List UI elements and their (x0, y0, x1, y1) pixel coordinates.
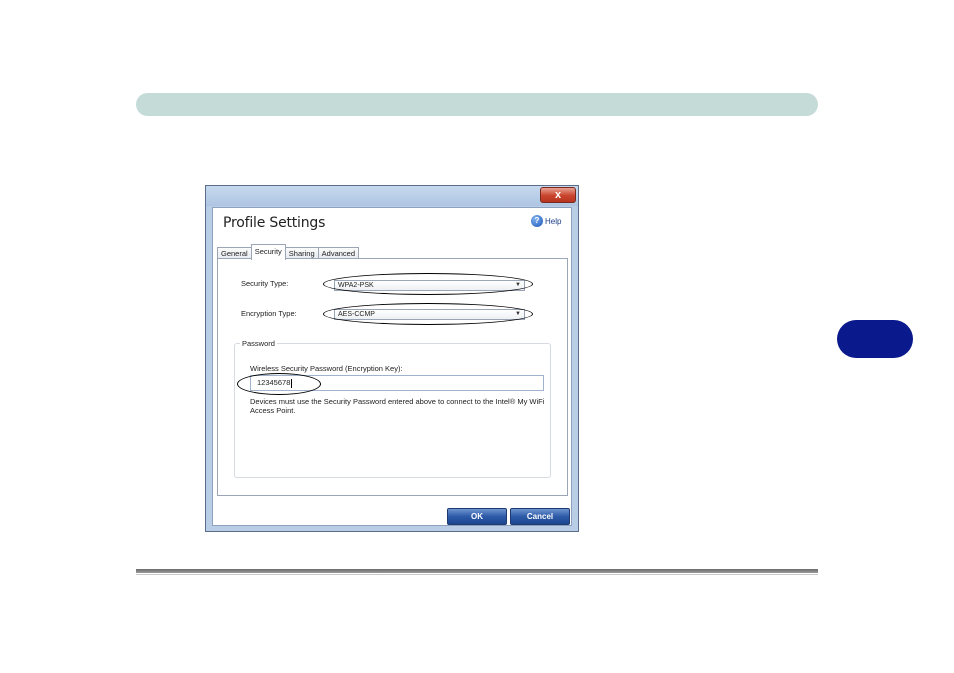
password-group-title: Password (240, 339, 277, 348)
page-footer-rule (136, 569, 818, 575)
dialog-title: Profile Settings (223, 215, 326, 231)
ok-button[interactable]: OK (447, 508, 507, 525)
dialog-client-area: Profile Settings ? Help General Security… (212, 207, 572, 526)
tab-strip: General Security Sharing Advanced (217, 244, 359, 260)
password-highlight-ellipse (237, 373, 321, 395)
security-type-label: Security Type: (241, 279, 289, 288)
password-note: Devices must use the Security Password e… (250, 397, 545, 415)
window-titlebar[interactable]: x (206, 186, 578, 206)
encryption-type-label: Encryption Type: (241, 309, 297, 318)
chapter-side-tab (837, 320, 913, 358)
help-label: Help (545, 216, 562, 226)
cancel-button[interactable]: Cancel (510, 508, 570, 525)
encryption-type-highlight-ellipse (323, 303, 533, 325)
page-header-bar (136, 93, 818, 116)
profile-settings-window: x Profile Settings ? Help General Securi… (205, 185, 579, 532)
security-type-highlight-ellipse (323, 273, 533, 295)
password-field-label: Wireless Security Password (Encryption K… (250, 364, 403, 373)
close-button[interactable]: x (540, 187, 576, 203)
help-icon: ? (531, 215, 543, 227)
help-link[interactable]: ? Help (531, 215, 561, 227)
tab-security[interactable]: Security (250, 244, 286, 260)
